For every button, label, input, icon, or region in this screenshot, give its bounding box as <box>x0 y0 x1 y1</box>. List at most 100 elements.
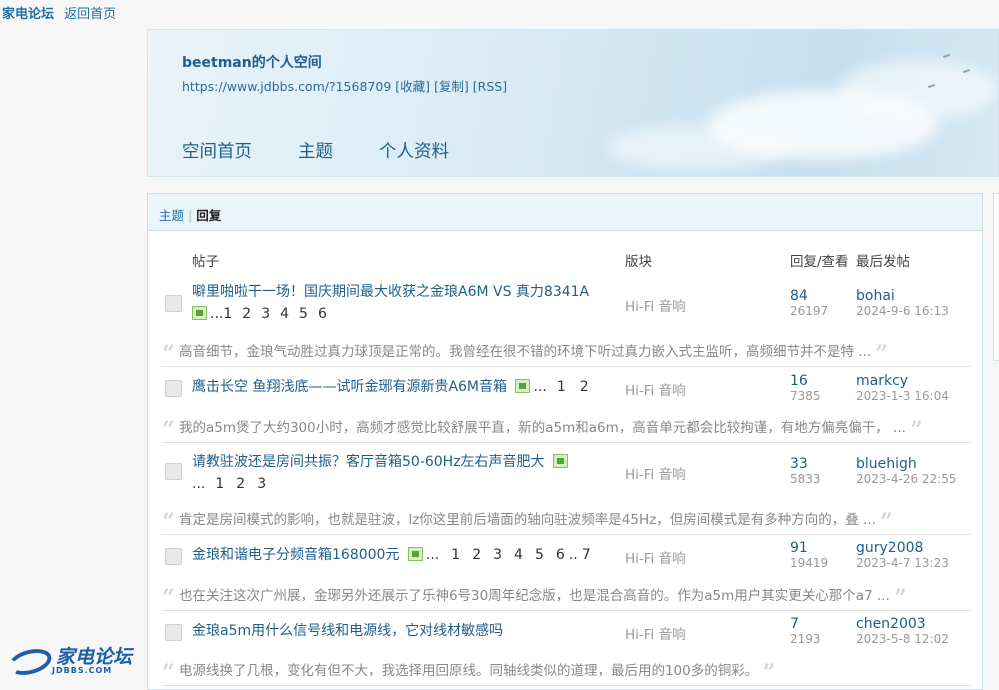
page-link[interactable]: 3 <box>493 547 502 563</box>
thread-file-icon <box>165 295 182 312</box>
column-stats: 回复/查看 <box>790 254 849 270</box>
page-link[interactable]: 1 <box>215 476 224 492</box>
page-link[interactable]: 2 <box>242 306 251 322</box>
page-link[interactable]: 1 <box>451 547 460 563</box>
page-link[interactable]: 7 <box>582 547 591 563</box>
quote-text: 肯定是房间模式的影响，也就是驻波，lz你这里前后墙面的轴向驻波频率是45Hz，但… <box>178 512 876 528</box>
thread-file-icon <box>165 548 182 565</box>
thread-title[interactable]: 金琅a5m用什么信号线和电源线，它对线材敏感吗 <box>192 623 503 639</box>
reply-count: 7 <box>790 616 799 632</box>
page-link[interactable]: 5 <box>299 306 308 322</box>
last-post-time: 2023-4-26 22:55 <box>856 472 957 486</box>
quote-open-icon: “ <box>162 341 175 367</box>
view-count: 7385 <box>790 389 821 403</box>
column-post: 帖子 <box>192 254 219 270</box>
page-link[interactable]: 2 <box>236 476 245 492</box>
page-link[interactable]: 5 <box>535 547 544 563</box>
page-link[interactable]: 4 <box>514 547 523 563</box>
tab-separator: | <box>188 208 193 223</box>
image-attachment-icon <box>192 306 207 320</box>
view-count: 2193 <box>790 632 821 646</box>
space-url-line: https://www.jdbbs.com/?1568709 [收藏] [复制]… <box>182 76 507 95</box>
view-count: 5833 <box>790 472 821 486</box>
thread-forum[interactable]: Hi-Fi 音响 <box>625 295 686 315</box>
row-divider <box>162 685 972 686</box>
site-logo[interactable]: 家电论坛 JDBBS.COM <box>5 644 133 679</box>
thread-title[interactable]: 鹰击长空 鱼翔浅底——试听金琊有源新贵A6M音箱 <box>192 379 507 395</box>
page-link[interactable]: 6 <box>556 547 565 563</box>
thread-title-wrap: 鹰击长空 鱼翔浅底——试听金琊有源新贵A6M音箱 ... 1 2 <box>192 376 589 398</box>
tab-topics[interactable]: 主题 <box>159 208 184 223</box>
space-header: beetman的个人空间 https://www.jdbbs.com/?1568… <box>147 29 999 177</box>
thread-title[interactable]: 噼里啪啦干一场！国庆期间最大收获之金琅A6M VS 真力8341A <box>192 284 589 300</box>
image-attachment-icon <box>407 547 423 561</box>
nav-profile[interactable]: 个人资料 <box>379 138 449 163</box>
last-post-time: 2023-4-7 13:23 <box>856 556 949 570</box>
reply-count: 33 <box>790 456 808 472</box>
reply-quote: “ 高音细节，金琅气动胜过真力球顶是正常的。我曾经在很不错的环境下听过真力嵌入式… <box>162 340 972 367</box>
site-brand-link[interactable]: 家电论坛 <box>2 7 54 22</box>
thread-forum[interactable]: Hi-Fi 音响 <box>625 547 686 567</box>
space-title[interactable]: beetman的个人空间 <box>182 52 322 72</box>
page-link[interactable]: 2 <box>472 547 481 563</box>
last-poster[interactable]: bluehigh <box>856 456 917 472</box>
thread-forum[interactable]: Hi-Fi 音响 <box>625 379 686 399</box>
thread-title-wrap: 金琅和谐电子分频音箱168000元 ... 1 2 3 4 5 6.. 7 <box>192 544 591 566</box>
thread-file-icon <box>165 380 182 397</box>
back-home-link[interactable]: 返回首页 <box>64 7 116 22</box>
cloud-decoration <box>608 125 788 170</box>
page-link[interactable]: 1 <box>223 306 232 322</box>
page-links: ... 1 2 3 4 5 6.. 7 <box>426 547 591 563</box>
view-count: 19419 <box>790 556 829 570</box>
page-link[interactable]: 3 <box>261 306 270 322</box>
quote-open-icon: “ <box>162 509 175 535</box>
tab-bar: 主题 | 回复 <box>148 194 982 231</box>
thread-title[interactable]: 请教驻波还是房间共振？客厅音箱50-60Hz左右声音肥大 <box>192 454 545 470</box>
page-link[interactable]: 2 <box>580 379 589 395</box>
image-attachment-icon <box>515 379 531 393</box>
quote-close-icon: ” <box>910 417 923 443</box>
quote-close-icon: ” <box>875 341 889 367</box>
image-attachment-icon <box>553 454 569 468</box>
thread-forum[interactable]: Hi-Fi 音响 <box>625 463 686 483</box>
page-link[interactable]: 4 <box>280 306 289 322</box>
quote-close-icon: ” <box>880 509 893 535</box>
last-poster[interactable]: bohai <box>856 288 895 304</box>
reply-quote: “ 也在关注这次广州展，金琊另外还展示了乐神6号30周年纪念版，也是混合高音的。… <box>162 584 972 611</box>
tab-replies[interactable]: 回复 <box>196 208 221 223</box>
quote-close-icon: ” <box>762 660 776 686</box>
top-bar: 家电论坛 返回首页 <box>2 3 116 22</box>
thread-file-icon <box>165 624 182 641</box>
quote-close-icon: ” <box>894 585 907 611</box>
logo-name: 家电论坛 <box>56 646 133 668</box>
copy-link[interactable]: [复制] <box>434 79 469 94</box>
quote-text: 高音细节，金琅气动胜过真力球顶是正常的。我曾经在很不错的环境下听过真力嵌入式主监… <box>178 344 872 360</box>
page-ellipsis: ... <box>192 476 206 492</box>
logo-text: 家电论坛 JDBBS.COM <box>52 646 133 676</box>
quote-text: 电源线换了几根，变化有但不大，我选择用回原线。同轴线类似的道理，最后用的100多… <box>178 663 759 679</box>
page-link[interactable]: 6 <box>318 306 327 322</box>
view-count: 26197 <box>790 304 829 318</box>
row-divider <box>162 534 972 535</box>
page-ellipsis: .. <box>568 547 578 563</box>
nav-topics[interactable]: 主题 <box>298 138 333 163</box>
nav-space-home[interactable]: 空间首页 <box>182 138 252 163</box>
thread-title[interactable]: 金琅和谐电子分频音箱168000元 <box>192 547 399 563</box>
last-poster[interactable]: gury2008 <box>856 540 923 556</box>
page-link[interactable]: 1 <box>557 379 566 395</box>
page-link[interactable]: 3 <box>257 476 266 492</box>
reply-count: 16 <box>790 373 808 389</box>
favorite-link[interactable]: [收藏] <box>395 79 430 94</box>
last-post-time: 2023-5-8 12:02 <box>856 632 949 646</box>
reply-quote: “ 肯定是房间模式的影响，也就是驻波，lz你这里前后墙面的轴向驻波频率是45Hz… <box>162 508 972 535</box>
rss-link[interactable]: [RSS] <box>473 79 507 94</box>
quote-open-icon: “ <box>162 585 175 611</box>
page-ellipsis: ... <box>425 547 440 563</box>
last-post-time: 2024-9-6 16:13 <box>856 304 949 318</box>
thread-file-icon <box>165 463 182 480</box>
thread-forum[interactable]: Hi-Fi 音响 <box>625 623 686 643</box>
column-last-post: 最后发帖 <box>856 254 910 270</box>
space-nav: 空间首页 主题 个人资料 <box>182 138 449 163</box>
last-poster[interactable]: chen2003 <box>856 616 926 632</box>
last-poster[interactable]: markcy <box>856 373 908 389</box>
